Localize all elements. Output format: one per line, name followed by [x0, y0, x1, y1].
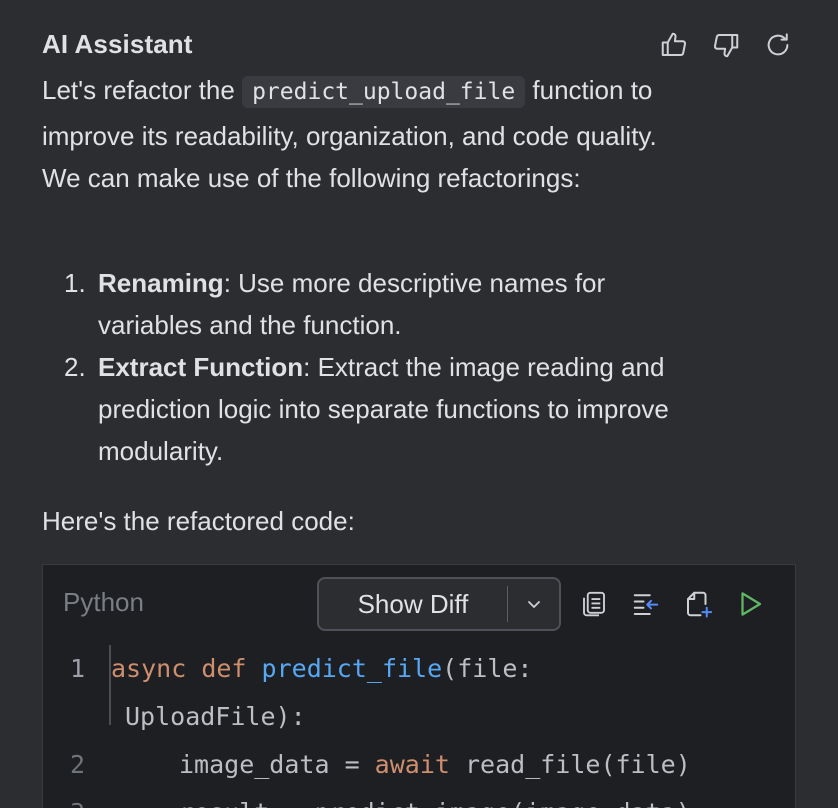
show-diff-split-button: Show Diff: [317, 577, 561, 631]
code-text: result = predict_image(image_data): [179, 789, 691, 808]
code-line: 1 async def predict_file(file:: [43, 645, 795, 693]
message-header: AI Assistant: [42, 26, 796, 64]
thumbs-down-button[interactable]: [708, 27, 744, 63]
message-intro: Let's refactor the predict_upload_file f…: [42, 68, 802, 198]
code-language-label: Python: [63, 587, 144, 617]
insert-at-caret-button[interactable]: [627, 585, 665, 623]
list-item-desc: : Use more descriptive names for: [223, 268, 606, 298]
show-diff-button[interactable]: Show Diff: [319, 589, 507, 620]
assistant-title: AI Assistant: [42, 29, 193, 59]
intro-text-start: Let's refactor the: [42, 75, 243, 105]
code-line: 2 image_data = await read_file(file): [43, 741, 795, 789]
list-item-desc: : Extract the image reading and: [303, 352, 665, 382]
list-number: 1.: [64, 268, 86, 298]
run-code-button[interactable]: [731, 585, 769, 623]
intro-text-end: function to: [525, 75, 653, 105]
list-item-desc-cont: prediction logic into separate functions…: [98, 394, 669, 424]
run-icon: [741, 592, 762, 616]
regenerate-icon: [767, 33, 789, 56]
new-file-from-code-button[interactable]: [679, 585, 717, 623]
thumbs-up-button[interactable]: [656, 27, 692, 63]
code-intro-text: Here's the refactored code:: [42, 506, 355, 536]
copy-code-button[interactable]: [575, 585, 613, 623]
new-file-icon: [687, 591, 713, 618]
list-item-title: Renaming: [98, 268, 224, 298]
thumbs-up-icon: [661, 32, 687, 56]
insert-at-caret-icon: [633, 594, 659, 615]
thumbs-down-icon: [713, 34, 739, 58]
message-actions: [640, 26, 796, 64]
line-number: 3: [43, 789, 85, 808]
code-text: image_data = await read_file(file): [179, 750, 691, 779]
code-snippet: Python Show Diff 1 async def predict_fil…: [42, 564, 796, 808]
inline-code-function-name: predict_upload_file: [242, 76, 526, 108]
intro-line-3: We can make use of the following refacto…: [42, 163, 581, 193]
list-item: 2. Extract Function: Extract the image r…: [42, 346, 782, 472]
code-text: UploadFile):: [125, 702, 306, 731]
copy-icon: [583, 591, 605, 617]
code-editor[interactable]: 1 async def predict_file(file: UploadFil…: [43, 645, 795, 808]
line-number: 2: [69, 750, 85, 779]
refactorings-list: 1. Renaming: Use more descriptive names …: [42, 262, 782, 472]
code-line: 3 result = predict_image(image_data): [43, 789, 795, 808]
chevron-down-icon: [527, 601, 540, 608]
list-number: 2.: [64, 352, 86, 382]
ai-assistant-panel: AI Assistant Let's refactor the predict_…: [0, 0, 838, 808]
list-item-desc-cont: modularity.: [98, 436, 224, 466]
line-number: 1: [69, 654, 85, 683]
list-item-desc-cont: variables and the function.: [98, 310, 402, 340]
show-diff-dropdown-button[interactable]: [508, 579, 559, 629]
code-toolbar: [575, 585, 783, 623]
code-text: async def predict_file(file:: [111, 654, 533, 683]
regenerate-button[interactable]: [760, 27, 796, 63]
list-item: 1. Renaming: Use more descriptive names …: [42, 262, 782, 346]
code-line-wrapped: UploadFile):: [43, 693, 795, 741]
list-item-title: Extract Function: [98, 352, 304, 382]
intro-line-2: improve its readability, organization, a…: [42, 121, 657, 151]
